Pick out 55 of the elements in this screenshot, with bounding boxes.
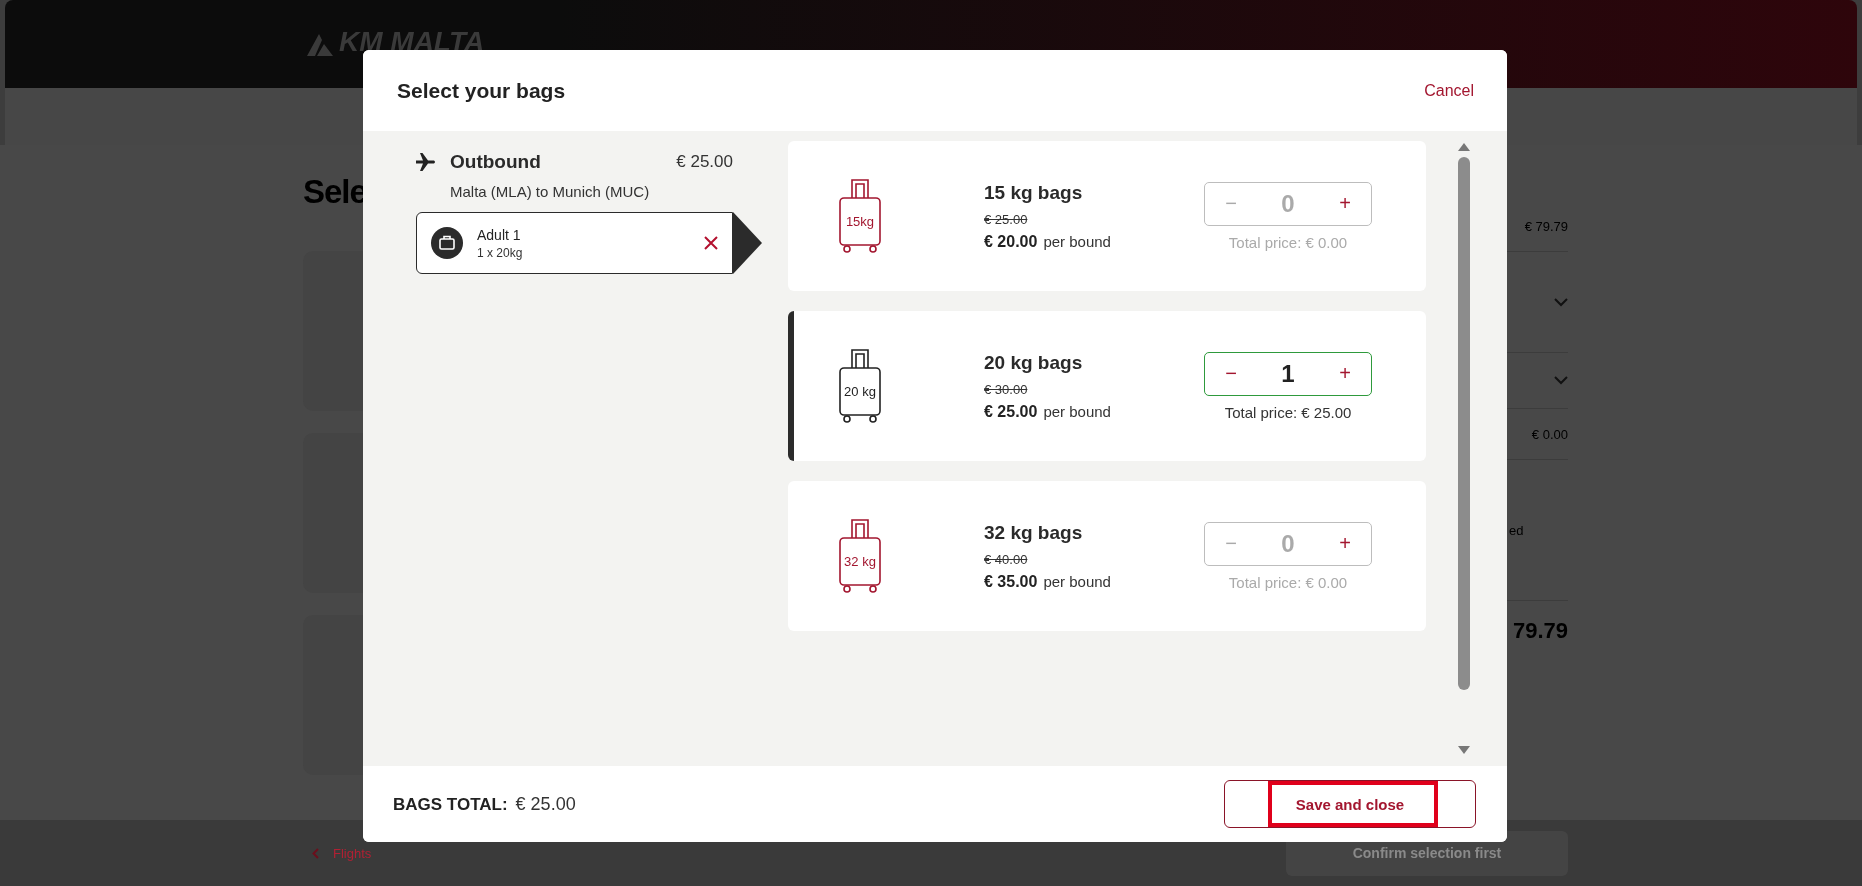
suitcase-icon [839, 178, 881, 254]
option-title: 15 kg bags [984, 181, 1084, 204]
quantity-value: 0 [1281, 529, 1295, 558]
decrease-button[interactable]: − [1219, 358, 1243, 389]
old-price: € 25.00 [984, 211, 1029, 227]
quantity-value: 0 [1281, 189, 1295, 218]
summary-note: ed [1509, 522, 1524, 538]
increase-button[interactable]: + [1333, 188, 1357, 219]
pointer-arrow-icon [733, 212, 762, 274]
old-price: € 40.00 [984, 551, 1029, 567]
summary-total: 79.79 [1512, 618, 1568, 644]
increase-button[interactable]: + [1333, 528, 1357, 559]
bags-total-label: BAGS TOTAL: [393, 794, 508, 815]
old-price: € 30.00 [984, 381, 1029, 397]
logo-icon [305, 32, 335, 58]
bag-weight-label: 20 kg [843, 384, 877, 399]
increase-button[interactable]: + [1333, 358, 1357, 389]
scroll-down-icon[interactable] [1458, 746, 1470, 754]
airplane-icon [416, 153, 436, 171]
save-button[interactable]: Save and close [1224, 780, 1476, 828]
option-title: 20 kg bags [984, 351, 1084, 374]
passenger-bags: 1 x 20kg [477, 245, 524, 260]
total-price: Total price: € 25.00 [1224, 403, 1352, 421]
chevron-down-icon[interactable] [1554, 297, 1568, 307]
bag-price: € 35.00 [984, 572, 1038, 591]
total-price: Total price: € 0.00 [1228, 573, 1348, 591]
passenger-card[interactable]: Adult 1 1 x 20kg [416, 212, 733, 274]
price-unit: per bound [1043, 572, 1111, 590]
scroll-up-icon[interactable] [1458, 143, 1470, 151]
scrollbar-thumb[interactable] [1458, 157, 1470, 690]
dialog-title: Select your bags [397, 78, 566, 103]
summary-price: € 0.00 [1531, 426, 1568, 442]
passenger-name: Adult 1 [477, 226, 522, 243]
bags-total-value: € 25.00 [515, 793, 576, 815]
cancel-link[interactable]: Cancel [1424, 81, 1474, 100]
price-unit: per bound [1043, 232, 1111, 250]
flight-direction: Outbound [450, 151, 542, 173]
price-unit: per bound [1043, 402, 1111, 420]
total-price: Total price: € 0.00 [1228, 233, 1348, 251]
suitcase-icon [839, 518, 881, 594]
bag-weight-label: 32 kg [843, 554, 877, 569]
page-heading: Sele [303, 173, 367, 211]
bag-weight-label: 15kg [844, 214, 876, 229]
route-text: Malta (MLA) to Munich (MUC) [450, 183, 651, 200]
suitcase-icon [431, 227, 463, 259]
option-title: 32 kg bags [984, 521, 1084, 544]
summary-price: € 79.79 [1524, 218, 1568, 234]
bag-price: € 20.00 [984, 232, 1038, 251]
bag-price: € 25.00 [984, 402, 1038, 421]
flight-price: € 25.00 [676, 152, 733, 172]
suitcase-icon [839, 348, 881, 424]
chevron-left-icon [312, 847, 319, 859]
remove-icon[interactable] [704, 236, 718, 250]
quantity-value: 1 [1281, 359, 1295, 388]
chevron-down-icon[interactable] [1554, 376, 1568, 385]
